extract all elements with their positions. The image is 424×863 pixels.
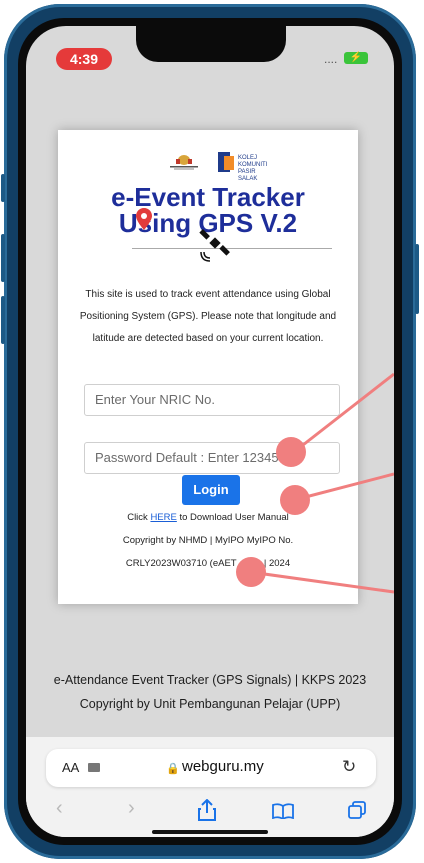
annotation-marker	[236, 557, 266, 587]
mute-switch	[1, 174, 5, 202]
reader-icon[interactable]	[88, 763, 100, 772]
phone-screen: 4:39 .... ⚡ KOLEJ KOMUNITI PASIR SALAK e…	[26, 26, 394, 837]
notch	[136, 26, 286, 62]
power-button	[415, 244, 419, 314]
header-logos: KOLEJ KOMUNITI PASIR SALAK	[166, 152, 286, 182]
share-icon[interactable]	[198, 799, 216, 821]
footer-line-1: e-Attendance Event Tracker (GPS Signals)…	[53, 673, 367, 687]
text-size-button[interactable]: AA	[62, 760, 79, 775]
login-button[interactable]: Login	[182, 475, 240, 505]
kolej-komuniti-logo: KOLEJ KOMUNITI PASIR SALAK	[218, 152, 268, 182]
home-indicator	[152, 830, 268, 834]
annotation-marker	[276, 437, 306, 467]
location-pin-icon	[136, 208, 152, 230]
address-bar[interactable]: AA 🔒 webguru.my ↻	[46, 749, 376, 787]
phone-bezel: 4:39 .... ⚡ KOLEJ KOMUNITI PASIR SALAK e…	[18, 18, 402, 845]
tabs-icon[interactable]	[348, 801, 366, 819]
copyright-line-1: Copyright by NHMD | MyIPO MyIPO No.	[122, 535, 294, 546]
volume-up-button	[1, 234, 5, 282]
government-crest-logo	[170, 155, 198, 170]
phone-frame: 4:39 .... ⚡ KOLEJ KOMUNITI PASIR SALAK e…	[1, 4, 419, 859]
bookmarks-icon[interactable]	[272, 803, 294, 819]
footer-line-2: Copyright by Unit Pembangunan Pelajar (U…	[79, 697, 341, 711]
battery-icon: ⚡	[344, 52, 368, 64]
page-footer: e-Attendance Event Tracker (GPS Signals)…	[26, 668, 394, 716]
login-card: KOLEJ KOMUNITI PASIR SALAK e-Event Tracke…	[58, 130, 358, 604]
manual-download-text: Click HERE to Download User Manual	[58, 512, 358, 523]
forward-icon[interactable]: ›	[128, 797, 135, 820]
manual-download-link[interactable]: HERE	[150, 512, 176, 523]
copyright-line-2: CRLY2023W03710 (eAET - 2.1) | 2024	[125, 558, 291, 569]
title-line-1: e-Event Tracker	[111, 182, 305, 212]
annotation-marker	[280, 485, 310, 515]
browser-toolbar: AA 🔒 webguru.my ↻ ‹ ›	[26, 737, 394, 837]
back-icon[interactable]: ‹	[56, 797, 63, 820]
manual-suffix: to Download User Manual	[176, 512, 289, 523]
signal-indicator: ....	[324, 52, 338, 66]
reload-icon[interactable]: ↻	[342, 757, 356, 777]
nric-input[interactable]: Enter Your NRIC No.	[84, 384, 340, 416]
title-underline	[132, 248, 332, 249]
status-time: 4:39	[56, 48, 112, 70]
url-text[interactable]: webguru.my	[182, 758, 264, 775]
volume-down-button	[1, 296, 5, 344]
manual-prefix: Click	[127, 512, 151, 523]
lock-icon: 🔒	[166, 763, 180, 775]
satellite-icon	[199, 229, 230, 262]
site-description: This site is used to track event attenda…	[79, 289, 337, 344]
